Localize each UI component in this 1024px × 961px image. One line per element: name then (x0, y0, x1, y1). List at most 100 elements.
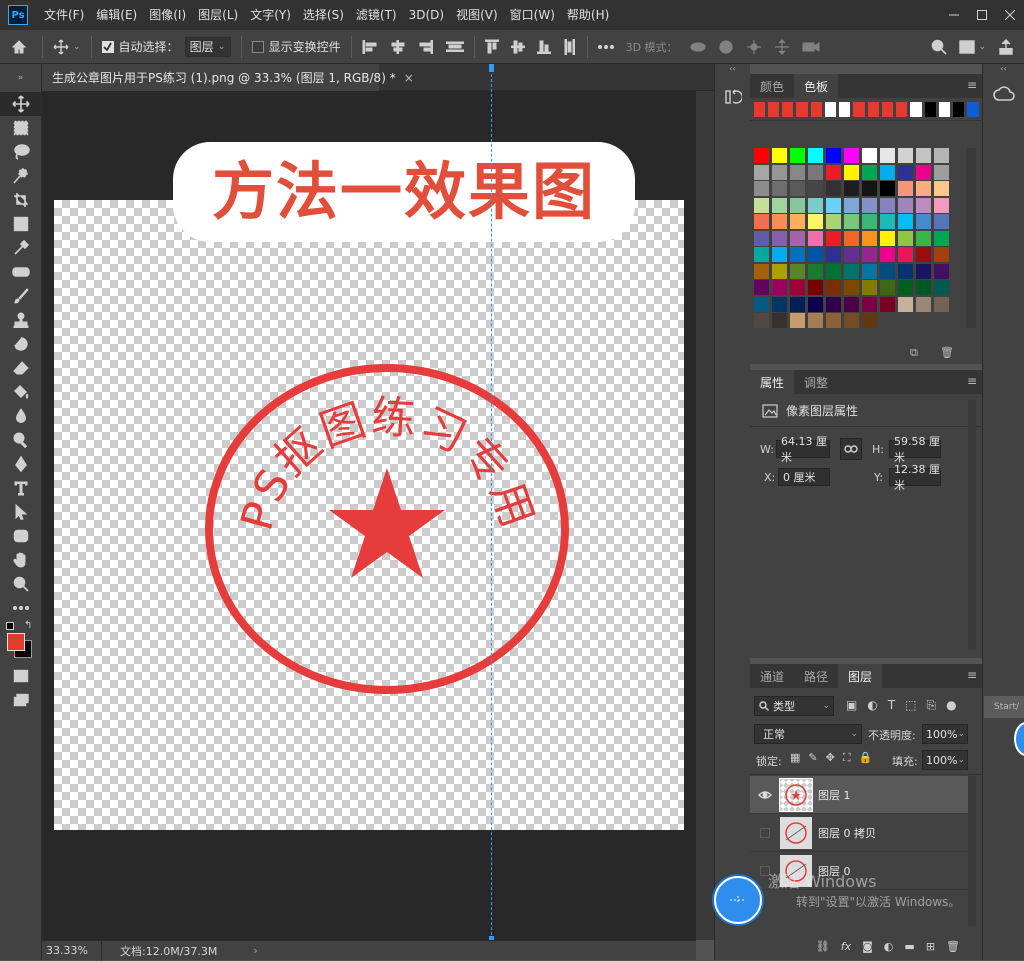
search-button[interactable] (925, 30, 953, 64)
visibility-eye-icon[interactable] (750, 790, 780, 800)
color-swatch[interactable] (789, 214, 805, 229)
color-swatch[interactable] (897, 148, 913, 163)
color-swatch[interactable] (843, 164, 859, 180)
recent-swatch[interactable] (938, 102, 950, 117)
color-swatch[interactable] (807, 280, 823, 295)
3d-drag-button[interactable] (740, 30, 768, 64)
color-swatch[interactable] (771, 230, 787, 246)
panel-menu-icon[interactable]: ≡ (967, 374, 977, 388)
lock-all-icon[interactable]: 🔒 (859, 751, 873, 765)
color-swatch[interactable] (879, 296, 895, 312)
distribute-button[interactable] (440, 30, 470, 64)
distribute-vertical-button[interactable] (557, 30, 583, 64)
filter-smart-object-icon[interactable]: ⎘ (927, 698, 937, 713)
color-swatch[interactable] (897, 263, 913, 279)
recent-swatch[interactable] (967, 102, 979, 117)
color-swatch[interactable] (789, 148, 805, 163)
color-swatch[interactable] (915, 296, 931, 312)
panel-menu-icon[interactable]: ≡ (967, 668, 977, 682)
move-tool[interactable] (0, 92, 42, 116)
menu-image[interactable]: 图像(I) (143, 0, 192, 30)
color-swatch[interactable] (897, 280, 913, 295)
show-transform-checkbox[interactable]: 显示变换控件 (251, 38, 347, 55)
new-group-icon[interactable]: ▬ (904, 940, 914, 953)
auto-select-checkbox[interactable]: 自动选择： (101, 38, 185, 55)
color-swatch[interactable] (843, 263, 859, 279)
color-swatch[interactable] (771, 296, 787, 312)
layer-row[interactable]: 图层 1 (750, 776, 968, 814)
color-swatch[interactable] (807, 181, 823, 196)
color-swatch[interactable] (807, 230, 823, 246)
color-swatch[interactable] (753, 313, 769, 328)
color-swatch[interactable] (843, 214, 859, 229)
color-swatch[interactable] (933, 280, 949, 295)
filter-type-icon[interactable]: T (888, 698, 895, 713)
frame-tool[interactable] (0, 212, 42, 236)
tab-properties[interactable]: 属性 (750, 370, 795, 394)
color-swatch[interactable] (771, 197, 787, 213)
color-swatch[interactable] (861, 148, 877, 163)
color-swatch[interactable] (861, 214, 877, 229)
color-swatch[interactable] (771, 247, 787, 262)
color-swatch[interactable] (843, 230, 859, 246)
color-swatch[interactable] (933, 247, 949, 262)
y-field[interactable]: 12.38 厘米 (889, 463, 941, 492)
toolbox-collapse-handle[interactable]: » (0, 64, 41, 92)
tab-layers[interactable]: 图层 (838, 664, 883, 688)
recent-swatch[interactable] (853, 102, 865, 117)
color-swatch[interactable] (753, 164, 769, 180)
floating-screenshot-button[interactable] (714, 876, 762, 924)
close-button[interactable] (996, 0, 1024, 30)
tab-channels[interactable]: 通道 (750, 664, 794, 688)
paint-bucket-tool[interactable] (0, 380, 42, 404)
healing-brush-tool[interactable] (0, 260, 42, 284)
3d-slide-button[interactable] (768, 30, 796, 64)
color-swatch[interactable] (753, 230, 769, 246)
color-swatch[interactable] (753, 214, 769, 229)
canvas-vertical-scrollbar[interactable] (696, 91, 714, 940)
color-swatch[interactable] (825, 164, 841, 180)
color-swatch[interactable] (861, 263, 877, 279)
color-swatch[interactable] (879, 181, 895, 196)
maximize-button[interactable] (968, 0, 996, 30)
color-swatch[interactable] (753, 280, 769, 295)
color-swatch[interactable] (753, 296, 769, 312)
panel-menu-icon[interactable]: ≡ (967, 78, 977, 92)
color-swatch[interactable] (753, 263, 769, 279)
opacity-field[interactable]: 100% ⌄ (922, 724, 968, 744)
tab-color[interactable]: 颜色 (750, 74, 794, 98)
more-options-button[interactable] (592, 30, 620, 64)
color-swatch[interactable] (825, 181, 841, 196)
move-tool-preset[interactable]: ⌄ (47, 30, 87, 64)
color-swatch[interactable] (915, 148, 931, 163)
menu-3d[interactable]: 3D(D) (403, 0, 450, 30)
menu-type[interactable]: 文字(Y) (244, 0, 297, 30)
color-swatch[interactable] (843, 247, 859, 262)
width-field[interactable]: 64.13 厘米 (776, 435, 830, 464)
recent-swatch[interactable] (810, 102, 822, 117)
lock-transparent-icon[interactable]: ▦ (790, 751, 800, 765)
color-swatch[interactable] (879, 164, 895, 180)
color-swatch[interactable] (825, 313, 841, 328)
color-swatch[interactable] (879, 230, 895, 246)
color-swatch[interactable] (825, 280, 841, 295)
tab-swatches[interactable]: 色板 (794, 74, 839, 98)
color-swatch[interactable] (843, 296, 859, 312)
color-swatch[interactable] (933, 214, 949, 229)
brush-tool[interactable] (0, 284, 42, 308)
recent-swatch[interactable] (896, 102, 908, 117)
menu-layer[interactable]: 图层(L) (192, 0, 244, 30)
color-swatch[interactable] (807, 148, 823, 163)
vertical-guide[interactable] (491, 64, 492, 960)
color-swatch[interactable] (825, 197, 841, 213)
eyedropper-tool[interactable] (0, 236, 42, 260)
color-swatch[interactable] (933, 148, 949, 163)
recent-swatch[interactable] (782, 102, 794, 117)
auto-select-target-dropdown[interactable]: 图层 ⌄ (184, 36, 231, 57)
color-swatch[interactable] (897, 247, 913, 262)
color-swatch[interactable] (897, 214, 913, 229)
color-swatch[interactable] (915, 181, 931, 196)
color-swatch[interactable] (807, 197, 823, 213)
color-swatch[interactable] (789, 313, 805, 328)
color-swatch[interactable] (825, 263, 841, 279)
